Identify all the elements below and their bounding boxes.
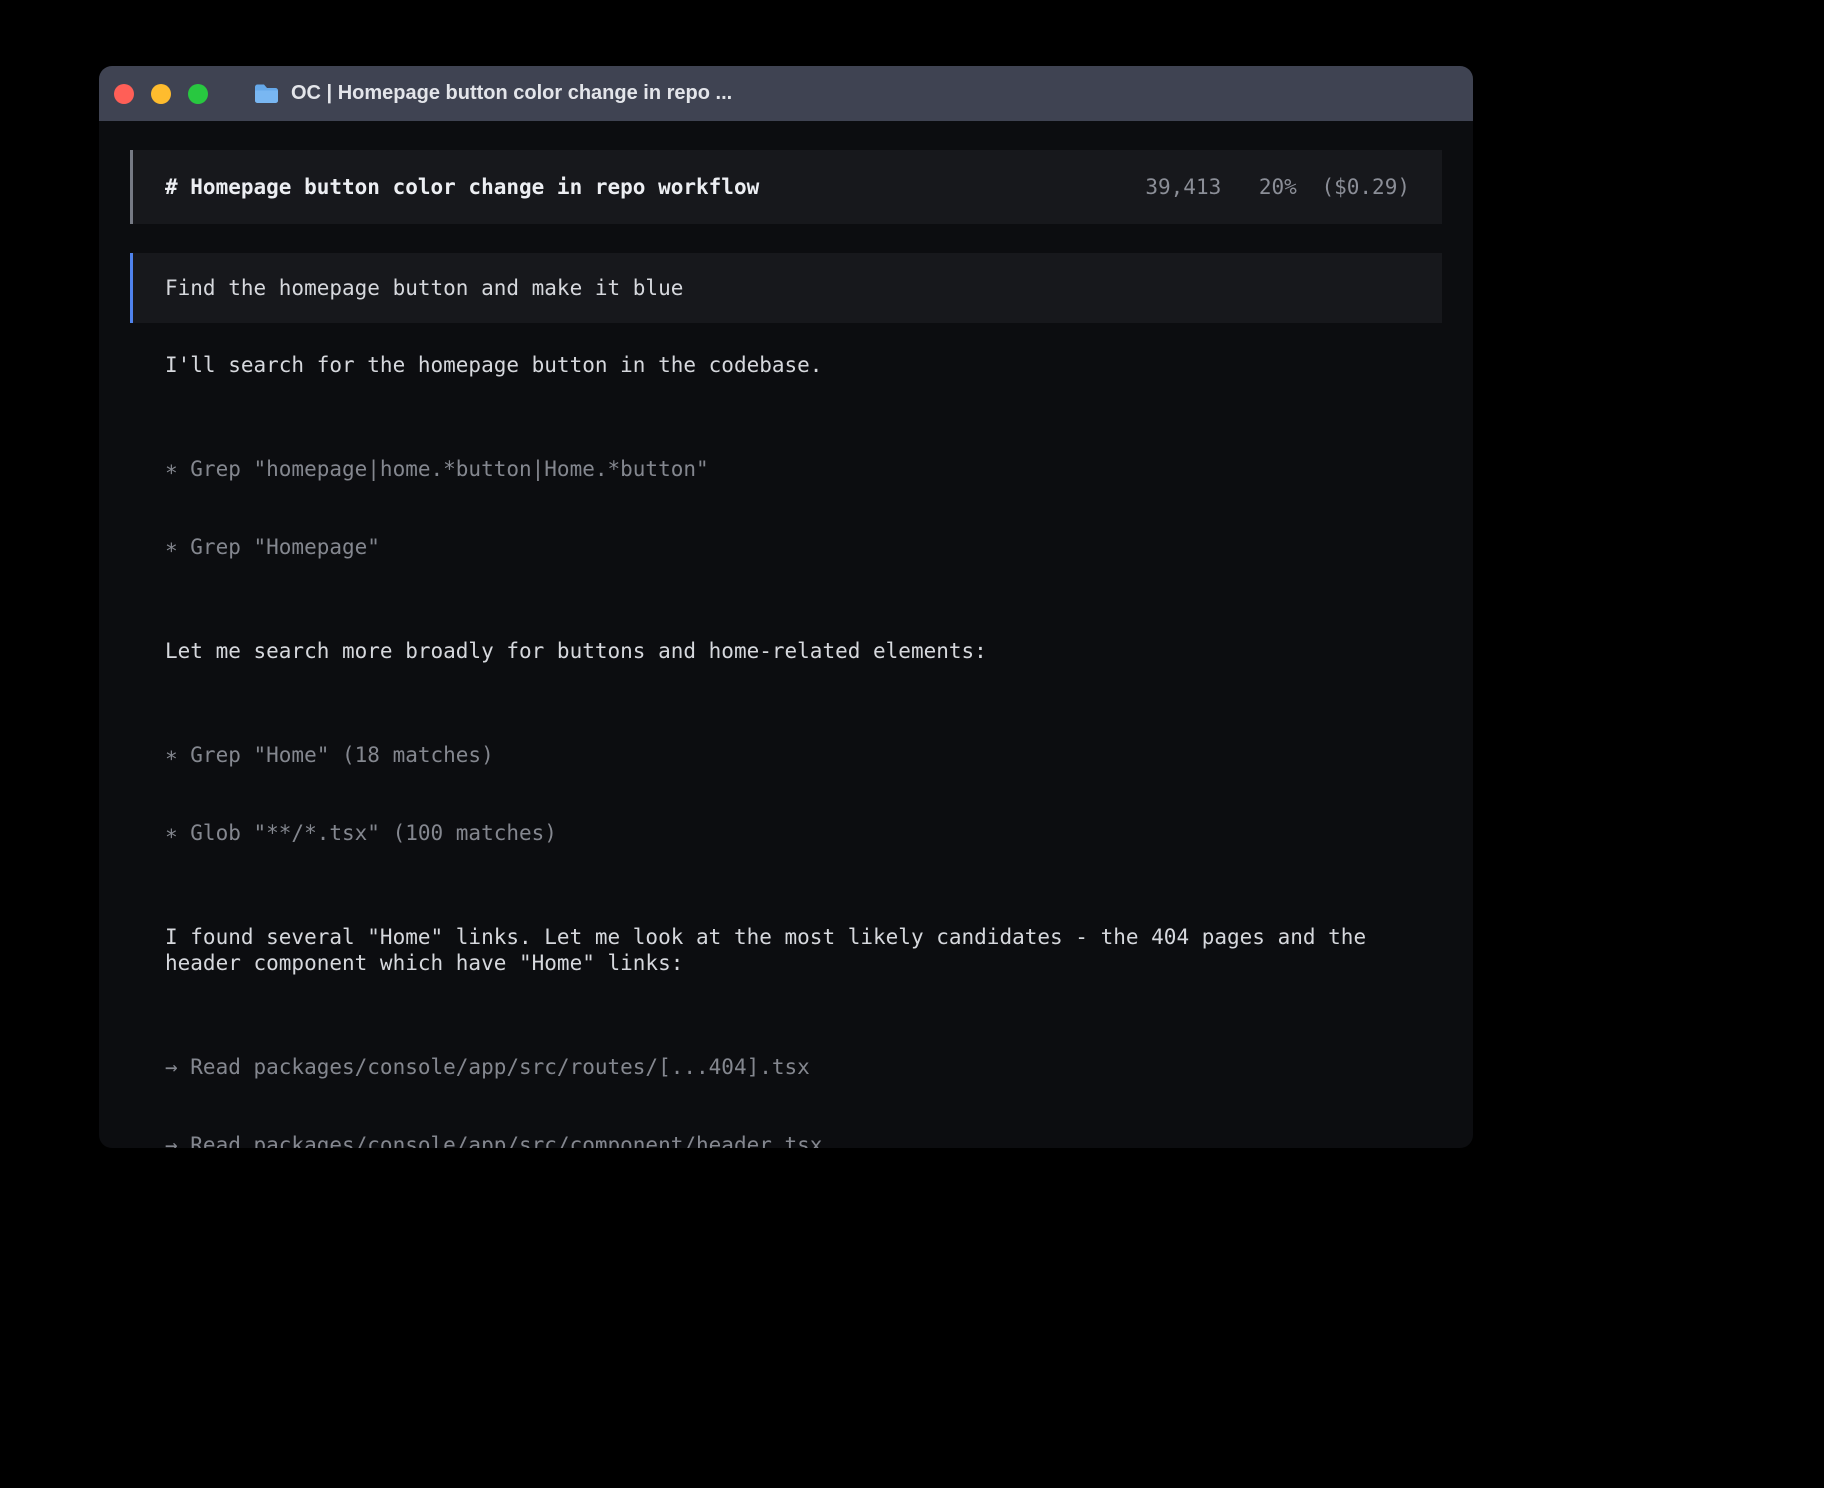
minimize-button[interactable]	[151, 84, 171, 104]
user-message-text: Find the homepage button and make it blu…	[165, 276, 683, 300]
session-cost: ($0.29)	[1321, 175, 1410, 199]
assistant-text: Let me search more broadly for buttons a…	[165, 638, 1442, 664]
conversation-log: I'll search for the homepage button in t…	[165, 352, 1442, 1148]
terminal-window: OC | Homepage button color change in rep…	[99, 66, 1473, 1148]
session-title: # Homepage button color change in repo w…	[165, 174, 759, 200]
close-button[interactable]	[114, 84, 134, 104]
tool-call-group: → Read packages/console/app/src/routes/[…	[165, 1002, 1442, 1148]
folder-icon	[253, 82, 280, 105]
terminal-content: # Homepage button color change in repo w…	[99, 121, 1473, 1148]
tool-call-read: → Read packages/console/app/src/componen…	[165, 1132, 1442, 1148]
session-header: # Homepage button color change in repo w…	[130, 150, 1442, 224]
tool-call-grep: ∗ Grep "Homepage"	[165, 534, 1442, 560]
tool-call-grep: ∗ Grep "homepage|home.*button|Home.*butt…	[165, 456, 1442, 482]
zoom-button[interactable]	[188, 84, 208, 104]
session-stats: 39,413 20% ($0.29)	[1145, 174, 1410, 200]
tool-call-glob: ∗ Glob "**/*.tsx" (100 matches)	[165, 820, 1442, 846]
assistant-text: I'll search for the homepage button in t…	[165, 352, 1442, 378]
tool-call-read: → Read packages/console/app/src/routes/[…	[165, 1054, 1442, 1080]
window-title: OC | Homepage button color change in rep…	[291, 82, 732, 105]
traffic-lights	[114, 84, 225, 104]
tool-call-group: ∗ Grep "Home" (18 matches) ∗ Glob "**/*.…	[165, 690, 1442, 898]
titlebar[interactable]: OC | Homepage button color change in rep…	[99, 66, 1473, 121]
tool-call-group: ∗ Grep "homepage|home.*button|Home.*butt…	[165, 404, 1442, 612]
assistant-text: I found several "Home" links. Let me loo…	[165, 924, 1442, 976]
tool-call-grep: ∗ Grep "Home" (18 matches)	[165, 742, 1442, 768]
user-message: Find the homepage button and make it blu…	[130, 253, 1442, 323]
context-percent: 20%	[1259, 175, 1297, 199]
token-count: 39,413	[1145, 175, 1221, 199]
